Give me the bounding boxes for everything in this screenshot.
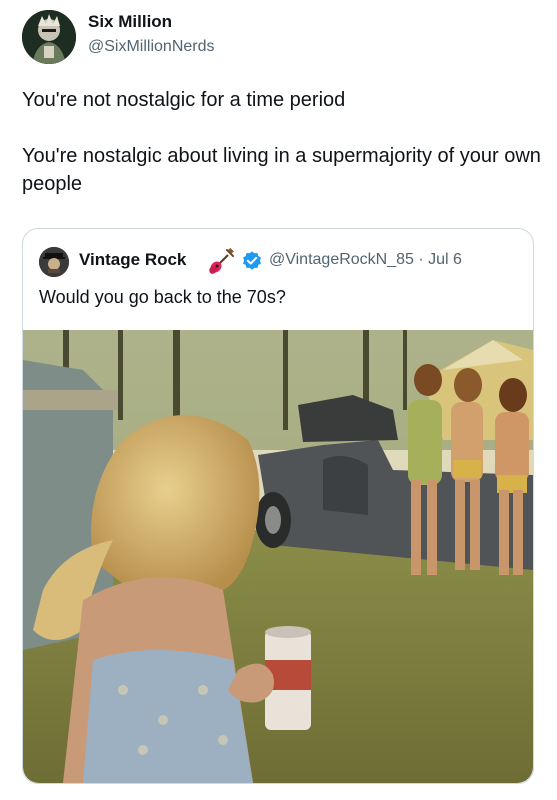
verified-badge-icon: [243, 251, 261, 270]
tweet-text-line-1: You're not nostalgic for a time period: [22, 89, 346, 111]
author-avatar[interactable]: [22, 10, 76, 64]
vintage-photo: [23, 330, 533, 783]
quoted-meta: @VintageRockN_85 · Jul 6: [269, 251, 462, 269]
quoted-date[interactable]: Jul 6: [428, 251, 462, 268]
tweet-text: You're not nostalgic for a time period Y…: [22, 86, 542, 198]
author-handle[interactable]: @SixMillionNerds: [88, 38, 215, 56]
meta-separator: ·: [418, 251, 424, 268]
quoted-author-avatar[interactable]: [39, 247, 69, 277]
quoted-author-name[interactable]: Vintage Rock: [79, 250, 186, 270]
avatar-image: [22, 10, 76, 64]
quoted-author-handle[interactable]: @VintageRockN_85: [269, 251, 414, 268]
tweet-text-line-2: You're nostalgic about living in a super…: [22, 145, 541, 195]
guitar-icon: [209, 247, 234, 274]
quoted-avatar-image: [39, 247, 69, 277]
quoted-tweet-photo[interactable]: [23, 330, 533, 783]
quoted-tweet-card[interactable]: Vintage Rock @VintageRockN_85 · Jul 6 Wo…: [22, 228, 534, 784]
author-name[interactable]: Six Million: [88, 12, 172, 32]
quoted-tweet-text: Would you go back to the 70s?: [39, 287, 286, 307]
